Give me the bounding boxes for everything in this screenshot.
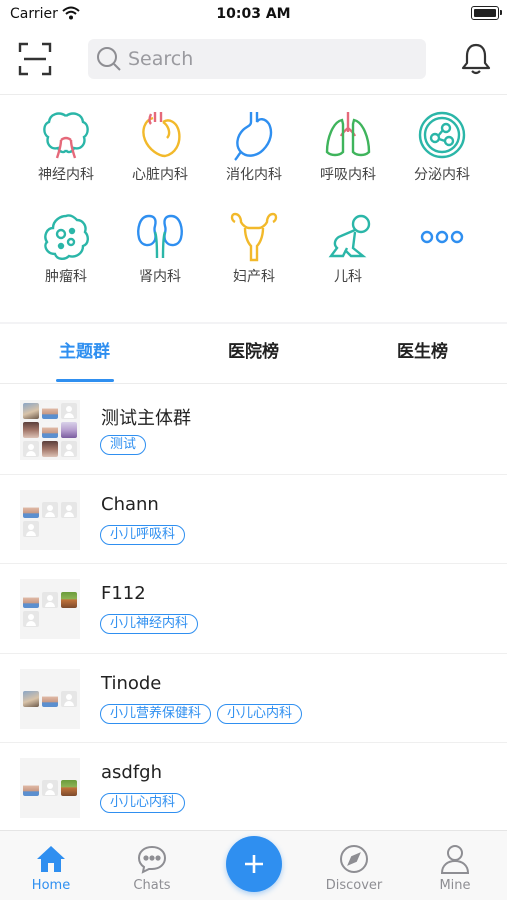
group-avatar <box>20 579 80 639</box>
baby-icon <box>328 214 371 258</box>
department-tag: 小儿神经内科 <box>100 614 199 634</box>
category-nephrology[interactable]: 肾内科 <box>113 198 207 288</box>
category-label: 消化内科 <box>226 167 282 183</box>
category-cardiology[interactable]: 心脏内科 <box>113 96 207 186</box>
search-icon <box>97 47 121 71</box>
group-avatar <box>20 668 80 729</box>
department-tag: 小儿心内科 <box>100 793 186 813</box>
kidney-icon <box>137 214 183 259</box>
status-bar: Carrier 10:03 AM <box>0 0 507 28</box>
department-grid: 神经内科 心脏内科 消化内科 呼吸内科 分泌内科 肿瘤科 肾内科 妇产科 儿科 <box>0 96 507 322</box>
category-label: 肾内科 <box>139 269 181 285</box>
compass-icon <box>340 845 368 873</box>
nav-home[interactable]: Home <box>6 831 96 900</box>
department-tag: 测试 <box>100 435 147 455</box>
endocrine-icon <box>418 111 466 159</box>
group-avatar <box>20 758 80 818</box>
category-obgyn[interactable]: 妇产科 <box>207 198 301 288</box>
department-tag: 小儿营养保健科 <box>100 703 212 724</box>
list-item[interactable]: Chann 小儿呼吸科 <box>0 475 507 564</box>
category-gastro[interactable]: 消化内科 <box>207 96 301 186</box>
battery-icon <box>471 6 502 20</box>
group-avatar <box>20 400 80 460</box>
ranking-tabs: 主题群 医院榜 医生榜 <box>0 324 507 384</box>
category-label: 呼吸内科 <box>320 167 376 183</box>
category-label: 儿科 <box>334 269 362 285</box>
group-name: Chann <box>101 493 159 515</box>
nav-label: Discover <box>325 878 383 893</box>
plus-icon <box>245 855 263 873</box>
chat-bubble-icon <box>137 845 167 874</box>
group-name: Tinode <box>101 672 162 694</box>
category-label: 妇产科 <box>233 269 275 285</box>
category-label: 分泌内科 <box>414 167 470 183</box>
group-name: F112 <box>101 583 146 604</box>
group-tags: 小儿心内科 <box>100 791 191 813</box>
category-label: 心脏内科 <box>132 167 188 183</box>
bell-icon[interactable] <box>460 42 492 76</box>
group-tags: 测试 <box>100 433 152 455</box>
group-tags: 小儿神经内科 <box>100 612 204 634</box>
tab-doctor-ranking[interactable]: 医生榜 <box>338 324 507 384</box>
top-header <box>0 28 507 95</box>
list-item[interactable]: 测试主体群 测试 <box>0 385 507 475</box>
nav-label: Chats <box>133 878 171 893</box>
scan-icon[interactable] <box>18 42 52 76</box>
category-pediatrics[interactable]: 儿科 <box>301 198 395 288</box>
group-name: 测试主体群 <box>101 408 191 429</box>
category-endocrine[interactable]: 分泌内科 <box>395 96 489 186</box>
department-tag: 小儿呼吸科 <box>100 524 186 545</box>
category-neurology[interactable]: 神经内科 <box>19 96 113 186</box>
lungs-icon <box>325 112 371 157</box>
group-tags: 小儿营养保健科 小儿心内科 <box>100 702 308 724</box>
active-tab-indicator <box>56 379 114 382</box>
person-icon <box>440 845 470 874</box>
category-label: 肿瘤科 <box>45 269 87 285</box>
list-item[interactable]: F112 小儿神经内科 <box>0 564 507 654</box>
tab-topic-groups[interactable]: 主题群 <box>0 324 169 384</box>
nav-mine[interactable]: Mine <box>410 831 500 900</box>
group-name: asdfgh <box>101 762 163 783</box>
nav-chats[interactable]: Chats <box>107 831 197 900</box>
more-categories-button[interactable] <box>395 198 489 288</box>
add-button[interactable] <box>226 836 282 892</box>
tumor-icon <box>44 214 89 260</box>
brain-icon <box>43 112 89 159</box>
group-tags: 小儿呼吸科 <box>100 523 191 545</box>
search-box[interactable] <box>88 39 426 79</box>
category-oncology[interactable]: 肿瘤科 <box>19 198 113 288</box>
group-list: 测试主体群 测试 Chann 小儿呼吸科 F112 小儿神经内科 Tinode … <box>0 385 507 833</box>
status-time: 10:03 AM <box>216 6 291 22</box>
department-tag: 小儿心内科 <box>217 703 303 724</box>
stomach-icon <box>234 112 273 161</box>
category-label: 神经内科 <box>38 167 94 183</box>
home-icon <box>37 846 65 872</box>
more-icon <box>420 230 464 244</box>
nav-label: Mine <box>439 878 471 893</box>
nav-discover[interactable]: Discover <box>309 831 399 900</box>
list-item[interactable]: asdfgh 小儿心内科 <box>0 743 507 833</box>
heart-icon <box>142 112 181 158</box>
search-input[interactable] <box>128 39 418 79</box>
nav-label: Home <box>31 878 71 893</box>
uterus-icon <box>230 212 278 262</box>
tab-hospital-ranking[interactable]: 医院榜 <box>169 324 338 384</box>
list-item[interactable]: Tinode 小儿营养保健科 小儿心内科 <box>0 654 507 743</box>
group-avatar <box>20 489 80 550</box>
category-respiratory[interactable]: 呼吸内科 <box>301 96 395 186</box>
